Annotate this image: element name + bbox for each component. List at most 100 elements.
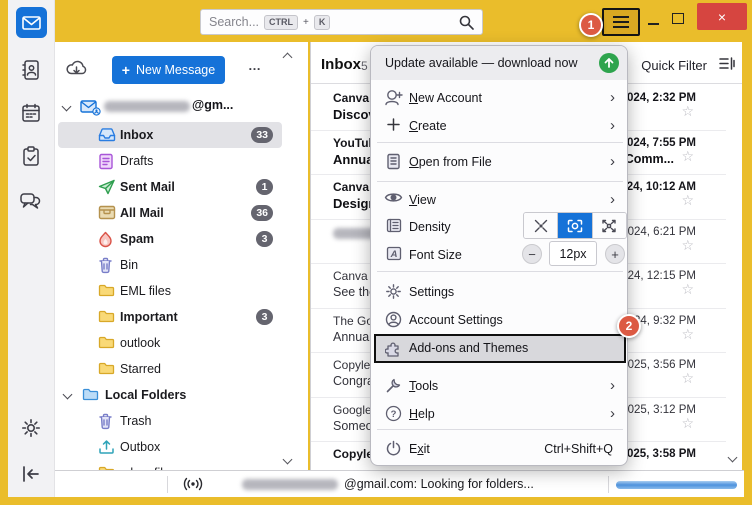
unread-badge: 36 xyxy=(251,205,273,221)
folder-icon xyxy=(98,283,115,297)
app-menu-popup: Update available — download now New Acco… xyxy=(370,45,628,466)
plus-separator: + xyxy=(303,17,309,28)
message-sender: Google xyxy=(333,403,372,417)
status-text: @gmail.com: Looking for folders... xyxy=(344,477,534,491)
density-compact-button[interactable] xyxy=(524,213,558,238)
menu-item-settings[interactable]: Settings xyxy=(371,278,629,306)
file-icon xyxy=(384,153,403,170)
new-message-button[interactable]: + New Message xyxy=(112,56,225,84)
folder-item-important[interactable]: Important3 xyxy=(55,304,308,330)
folder-item-sent-mail[interactable]: Sent Mail1 xyxy=(55,174,308,200)
density-default-button[interactable] xyxy=(558,213,592,238)
menu-item-create[interactable]: Create › xyxy=(371,112,629,140)
folder-name: Bin xyxy=(120,258,138,272)
menu-item-account-settings[interactable]: Account Settings xyxy=(371,306,629,334)
chevron-down-icon[interactable] xyxy=(63,390,73,400)
menu-item-density: Density xyxy=(371,213,629,241)
menu-item-exit[interactable]: Exit Ctrl+Shift+Q xyxy=(371,435,629,463)
outbox-icon xyxy=(98,439,115,455)
close-button[interactable]: × xyxy=(697,3,747,30)
account-name-suffix: @gm... xyxy=(192,98,233,112)
account-row[interactable]: @gm... xyxy=(55,98,308,120)
minimize-button[interactable] xyxy=(648,23,659,25)
menu-item-update-available[interactable]: Update available — download now xyxy=(371,46,627,80)
drafts-icon xyxy=(98,153,114,170)
mailbox-title: Inbox xyxy=(321,56,361,73)
menu-separator xyxy=(377,429,623,430)
global-search-input[interactable]: Search... CTRL + K xyxy=(200,9,483,35)
svg-text:?: ? xyxy=(391,409,397,420)
account-settings-icon xyxy=(384,311,403,328)
calendar-button[interactable] xyxy=(21,103,41,123)
folder-icon xyxy=(98,335,115,349)
update-download-icon xyxy=(599,53,619,73)
thunderbird-window: Search... CTRL + K 1 × + New Message … @… xyxy=(0,0,752,505)
search-placeholder: Search... xyxy=(209,15,259,29)
folder-name: Inbox xyxy=(120,128,153,142)
submenu-arrow-icon: › xyxy=(610,405,615,422)
folder-item-eml-files[interactable]: EML files xyxy=(55,278,308,304)
folder-item-drafts[interactable]: Drafts xyxy=(55,148,308,174)
get-messages-icon[interactable] xyxy=(65,59,88,77)
settings-gear-button[interactable] xyxy=(20,417,42,439)
folder-item-outbox[interactable]: Outbox xyxy=(55,434,308,460)
status-bar: @gmail.com: Looking for folders... xyxy=(55,470,744,497)
star-icon[interactable]: ☆ xyxy=(681,103,694,120)
star-icon[interactable]: ☆ xyxy=(681,326,694,343)
account-mail-icon xyxy=(80,100,101,116)
chevron-down-icon[interactable] xyxy=(62,102,72,112)
folder-name: Trash xyxy=(120,414,152,428)
scroll-up-icon[interactable] xyxy=(283,53,293,63)
font-size-decrease-button[interactable]: − xyxy=(522,244,542,264)
folder-pane: + New Message … @gm... Inbox33DraftsSent… xyxy=(55,42,308,470)
star-icon[interactable]: ☆ xyxy=(681,192,694,209)
font-size-value: 12px xyxy=(549,241,597,266)
quick-filter-toggle[interactable]: Quick Filter xyxy=(641,58,707,73)
scroll-down-icon[interactable] xyxy=(728,453,738,463)
font-size-increase-button[interactable]: + xyxy=(605,244,625,264)
menu-separator xyxy=(377,142,623,143)
menu-item-addons-and-themes[interactable]: Add-ons and Themes xyxy=(374,334,626,363)
wrench-icon xyxy=(384,377,403,394)
message-sender: Canva xyxy=(333,269,368,283)
star-icon[interactable]: ☆ xyxy=(681,370,694,387)
star-icon[interactable]: ☆ xyxy=(681,281,694,298)
folder-item-all-mail[interactable]: All Mail 36 xyxy=(55,200,308,226)
k-keycap: K xyxy=(314,15,331,30)
folder-name: Outbox xyxy=(120,440,160,454)
address-book-button[interactable] xyxy=(21,59,41,81)
mail-space-button[interactable] xyxy=(16,7,47,38)
folder-item-mbox-files[interactable]: mbox files xyxy=(55,460,308,470)
star-icon[interactable]: ☆ xyxy=(681,148,694,165)
folder-item-starred[interactable]: Starred xyxy=(55,356,308,382)
folder-item-spam[interactable]: Spam3 xyxy=(55,226,308,252)
app-menu-button[interactable] xyxy=(602,8,640,36)
display-options-icon[interactable] xyxy=(718,56,735,71)
menu-item-view[interactable]: View › xyxy=(371,186,629,214)
folder-item-trash[interactable]: Trash xyxy=(55,408,308,434)
exit-shortcut: Ctrl+Shift+Q xyxy=(544,442,613,456)
more-options-button[interactable]: … xyxy=(248,58,262,73)
tasks-button[interactable] xyxy=(22,146,40,167)
star-icon[interactable]: ☆ xyxy=(681,237,694,254)
folder-name: All Mail xyxy=(120,206,164,220)
menu-item-open-from-file[interactable]: Open from File › xyxy=(371,148,629,176)
folder-item-bin[interactable]: Bin xyxy=(55,252,308,278)
maximize-button[interactable] xyxy=(672,13,684,24)
menu-item-tools[interactable]: Tools › xyxy=(371,372,629,400)
density-relaxed-button[interactable] xyxy=(593,213,626,238)
network-activity-icon xyxy=(180,476,206,492)
star-icon[interactable]: ☆ xyxy=(681,415,694,432)
mail-icon xyxy=(22,16,41,30)
menu-item-new-account[interactable]: New Account › xyxy=(371,84,629,112)
folder-icon xyxy=(98,309,115,323)
folder-item-outlook[interactable]: outlook xyxy=(55,330,308,356)
folder-item-inbox[interactable]: Inbox33 xyxy=(55,122,308,148)
chat-button[interactable] xyxy=(19,191,41,211)
eye-icon xyxy=(384,191,403,204)
bin-icon xyxy=(98,257,113,274)
annotation-step-1: 1 xyxy=(579,13,603,37)
collapse-toolbar-button[interactable] xyxy=(21,466,41,482)
menu-item-help[interactable]: ? Help › xyxy=(371,400,629,428)
folder-item-local-folders[interactable]: Local Folders xyxy=(55,382,308,408)
